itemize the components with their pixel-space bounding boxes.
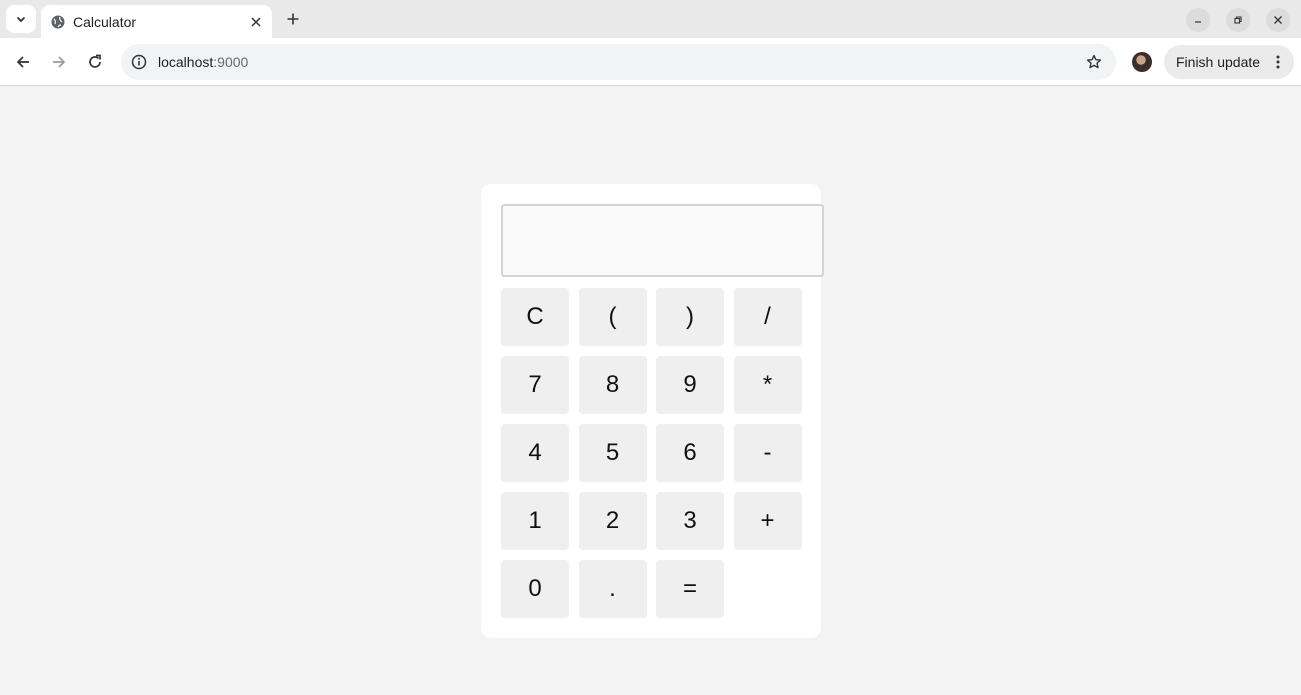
profile-avatar[interactable]: [1132, 52, 1152, 72]
digit-1-button[interactable]: 1: [501, 492, 569, 550]
address-bar[interactable]: localhost:9000: [121, 44, 1116, 80]
kebab-icon: [1270, 52, 1286, 72]
chevron-down-icon: [15, 13, 27, 25]
digit-3-button[interactable]: 3: [656, 492, 724, 550]
restore-button[interactable]: [1226, 8, 1250, 32]
add-button[interactable]: +: [733, 492, 802, 550]
multiply-button[interactable]: *: [733, 356, 802, 414]
finish-update-button[interactable]: Finish update: [1164, 45, 1294, 79]
reload-button[interactable]: [83, 50, 107, 74]
plus-icon: [287, 13, 299, 25]
tab-strip: Calculator: [0, 0, 1301, 39]
url-text: localhost:9000: [158, 54, 248, 70]
url-port: :9000: [213, 54, 249, 70]
calculator-keypad: C ( ) / 7 8 9 * 4 5 6 - 1 2 3 + 0 . =: [501, 288, 802, 618]
digit-2-button[interactable]: 2: [578, 492, 647, 550]
star-icon[interactable]: [1084, 52, 1104, 72]
close-icon[interactable]: [245, 11, 267, 33]
active-tab[interactable]: Calculator: [41, 5, 272, 39]
finish-update-label: Finish update: [1176, 54, 1261, 70]
new-tab-button[interactable]: [281, 7, 305, 31]
browser-toolbar: localhost:9000 Finish update: [0, 38, 1301, 86]
digit-7-button[interactable]: 7: [501, 356, 569, 414]
close-icon: [1273, 15, 1283, 25]
info-icon[interactable]: [130, 53, 148, 71]
digit-4-button[interactable]: 4: [501, 424, 569, 482]
equals-button[interactable]: =: [656, 560, 724, 618]
divide-button[interactable]: /: [733, 288, 802, 346]
subtract-button[interactable]: -: [733, 424, 802, 482]
restore-icon: [1233, 15, 1243, 25]
digit-9-button[interactable]: 9: [656, 356, 724, 414]
globe-icon: [50, 14, 66, 30]
digit-6-button[interactable]: 6: [656, 424, 724, 482]
minimize-icon: [1193, 15, 1203, 25]
page-content: C ( ) / 7 8 9 * 4 5 6 - 1 2 3 + 0 . =: [0, 87, 1301, 695]
calculator-display[interactable]: [501, 204, 824, 277]
tab-title: Calculator: [73, 14, 137, 30]
calculator: C ( ) / 7 8 9 * 4 5 6 - 1 2 3 + 0 . =: [481, 184, 824, 638]
reload-icon: [87, 54, 103, 70]
clear-button[interactable]: C: [501, 288, 569, 346]
digit-8-button[interactable]: 8: [578, 356, 647, 414]
forward-button[interactable]: [47, 50, 71, 74]
close-window-button[interactable]: [1266, 8, 1290, 32]
decimal-point-button[interactable]: .: [578, 560, 647, 618]
tab-search-button[interactable]: [6, 5, 36, 33]
arrow-left-icon: [15, 54, 31, 70]
back-button[interactable]: [11, 50, 35, 74]
minimize-button[interactable]: [1186, 8, 1210, 32]
digit-0-button[interactable]: 0: [501, 560, 569, 618]
arrow-right-icon: [51, 54, 67, 70]
url-host: localhost: [158, 54, 214, 70]
open-paren-button[interactable]: (: [578, 288, 647, 346]
close-paren-button[interactable]: ): [656, 288, 724, 346]
digit-5-button[interactable]: 5: [578, 424, 647, 482]
